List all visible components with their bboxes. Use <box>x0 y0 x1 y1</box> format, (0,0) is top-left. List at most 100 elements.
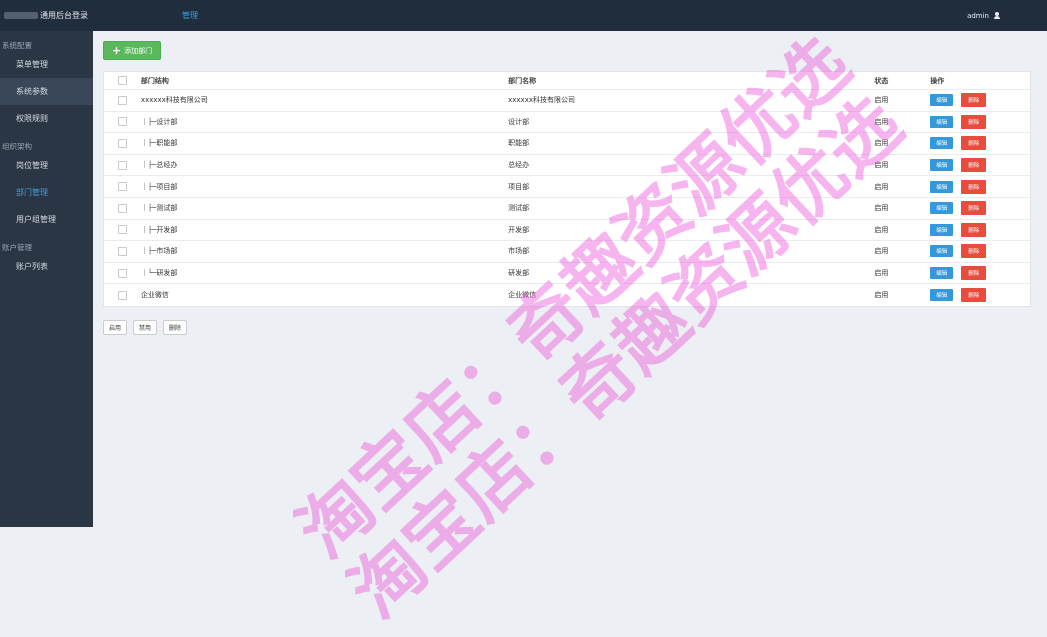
column-header: 部门名称 <box>508 76 537 85</box>
row-checkbox[interactable] <box>117 203 127 213</box>
department-name: 测试部 <box>508 204 530 213</box>
delete-button[interactable]: 删除 <box>961 288 987 303</box>
table-row: 企业微信 企业微信 启用 编辑 删除 <box>104 284 1030 306</box>
sidebar-item-position-manage[interactable]: 岗位管理 <box>0 152 93 179</box>
sidebar-item-usergroup-manage[interactable]: 用户组管理 <box>0 206 93 233</box>
sidebar-item-account-list[interactable]: 账户列表 <box>0 253 93 280</box>
sidebar-item-system-params[interactable]: 系统参数 <box>0 78 93 105</box>
table-row: ｜├─市场部 市场部 启用 编辑 删除 <box>104 241 1030 263</box>
sidebar: 系统配置 菜单管理 系统参数 权限规则 组织架构 岗位管理 部门管理 用户组管理… <box>0 31 93 527</box>
edit-button[interactable]: 编辑 <box>930 267 954 280</box>
department-structure: 企业微信 <box>140 291 169 300</box>
delete-button[interactable]: 删除 <box>961 93 987 108</box>
column-header: 状态 <box>874 76 889 85</box>
user-menu[interactable]: admin <box>967 11 1001 20</box>
edit-button[interactable]: 编辑 <box>930 202 954 215</box>
row-checkbox[interactable] <box>117 160 127 170</box>
row-actions: 编辑 删除 <box>930 179 1030 194</box>
delete-button[interactable]: 删除 <box>961 179 987 194</box>
department-structure: ｜├─测试部 <box>140 204 178 213</box>
department-structure: ｜├─开发部 <box>140 225 178 234</box>
department-name: 开发部 <box>508 225 530 234</box>
bulk-enable-button[interactable]: 启用 <box>103 320 128 335</box>
edit-button[interactable]: 编辑 <box>930 137 954 150</box>
bulk-disable-button[interactable]: 禁用 <box>133 320 158 335</box>
department-name: 总经办 <box>508 161 530 170</box>
bulk-actions: 启用 禁用 删除 <box>103 320 193 335</box>
app-title: 通用后台登录 <box>40 11 88 20</box>
edit-button[interactable]: 编辑 <box>930 94 954 107</box>
status-text: 启用 <box>874 161 889 170</box>
table-row: ｜└─研发部 研发部 启用 编辑 删除 <box>104 263 1030 285</box>
row-actions: 编辑 删除 <box>930 222 1030 237</box>
table-row: ｜├─开发部 开发部 启用 编辑 删除 <box>104 220 1030 242</box>
table-row: xxxxxx科技有限公司 xxxxxx科技有限公司 启用 编辑 删除 <box>104 90 1030 112</box>
department-name: 职能部 <box>508 139 530 148</box>
delete-button[interactable]: 删除 <box>961 201 987 216</box>
row-actions: 编辑 删除 <box>930 266 1030 281</box>
row-actions: 编辑 删除 <box>930 158 1030 173</box>
edit-button[interactable]: 编辑 <box>930 245 954 258</box>
add-department-button[interactable]: + 添加部门 <box>103 41 161 60</box>
row-checkbox[interactable] <box>117 182 127 192</box>
nav-manage-link[interactable]: 管理 <box>182 10 198 21</box>
row-checkbox[interactable] <box>117 225 127 235</box>
username: admin <box>967 11 989 20</box>
row-checkbox[interactable] <box>117 246 127 256</box>
department-table: 部门结构 部门名称 状态 操作 xxxxxx科技有限公司 xxxxxx科技有限公司… <box>103 71 1031 307</box>
status-text: 启用 <box>874 139 889 148</box>
row-checkbox[interactable] <box>117 138 127 148</box>
department-structure: ｜├─设计部 <box>140 117 178 126</box>
row-actions: 编辑 删除 <box>930 93 1030 108</box>
row-checkbox[interactable] <box>117 95 127 105</box>
delete-button[interactable]: 删除 <box>961 158 987 173</box>
department-name: 市场部 <box>508 247 530 256</box>
department-name: 研发部 <box>508 269 530 278</box>
sidebar-item-department-manage[interactable]: 部门管理 <box>0 179 93 206</box>
table-row: ｜├─项目部 项目部 启用 编辑 删除 <box>104 176 1030 198</box>
department-name: xxxxxx科技有限公司 <box>508 96 575 105</box>
table-body: xxxxxx科技有限公司 xxxxxx科技有限公司 启用 编辑 删除 ｜├─设计部 设计部启… <box>104 90 1030 306</box>
brand: 通用后台登录 <box>0 10 94 21</box>
table-header: 部门结构 部门名称 状态 操作 <box>104 72 1030 90</box>
delete-button[interactable]: 删除 <box>961 136 987 151</box>
row-actions: 编辑 删除 <box>930 201 1030 216</box>
bulk-delete-button[interactable]: 删除 <box>163 320 188 335</box>
edit-button[interactable]: 编辑 <box>930 159 954 172</box>
table-row: ｜├─设计部 设计部 启用 编辑 删除 <box>104 112 1030 134</box>
sidebar-item-menu-manage[interactable]: 菜单管理 <box>0 51 93 78</box>
delete-button[interactable]: 删除 <box>961 266 987 281</box>
sidebar-group-title: 组织架构 <box>2 142 32 151</box>
row-actions: 编辑 删除 <box>930 288 1030 303</box>
top-bar: 通用后台登录 管理 admin <box>0 0 1047 31</box>
row-actions: 编辑 删除 <box>930 244 1030 259</box>
row-checkbox[interactable] <box>117 117 127 127</box>
delete-button[interactable]: 删除 <box>961 114 987 129</box>
status-text: 启用 <box>874 182 889 191</box>
logo <box>4 12 38 19</box>
sidebar-item-permission-rules[interactable]: 权限规则 <box>0 105 93 132</box>
edit-button[interactable]: 编辑 <box>930 223 954 236</box>
table-row: ｜├─职能部 职能部 启用 编辑 删除 <box>104 133 1030 155</box>
delete-button[interactable]: 删除 <box>961 222 987 237</box>
delete-button[interactable]: 删除 <box>961 244 987 259</box>
row-actions: 编辑 删除 <box>930 114 1030 129</box>
plus-icon: + <box>111 44 122 57</box>
edit-button[interactable]: 编辑 <box>930 115 954 128</box>
column-header: 操作 <box>930 76 945 85</box>
department-structure: ｜├─总经办 <box>140 161 178 170</box>
row-checkbox[interactable] <box>117 268 127 278</box>
edit-button[interactable]: 编辑 <box>930 180 954 193</box>
department-name: 项目部 <box>508 182 530 191</box>
edit-button[interactable]: 编辑 <box>930 289 954 302</box>
row-checkbox[interactable] <box>117 290 127 300</box>
user-icon <box>993 11 1001 20</box>
status-text: 启用 <box>874 204 889 213</box>
status-text: 启用 <box>874 117 889 126</box>
sidebar-group-title: 账户管理 <box>2 243 32 252</box>
department-structure: ｜└─研发部 <box>140 269 178 278</box>
department-structure: xxxxxx科技有限公司 <box>140 96 208 105</box>
select-all-checkbox[interactable] <box>117 76 127 85</box>
department-structure: ｜├─项目部 <box>140 182 178 191</box>
department-name: 设计部 <box>508 117 530 126</box>
